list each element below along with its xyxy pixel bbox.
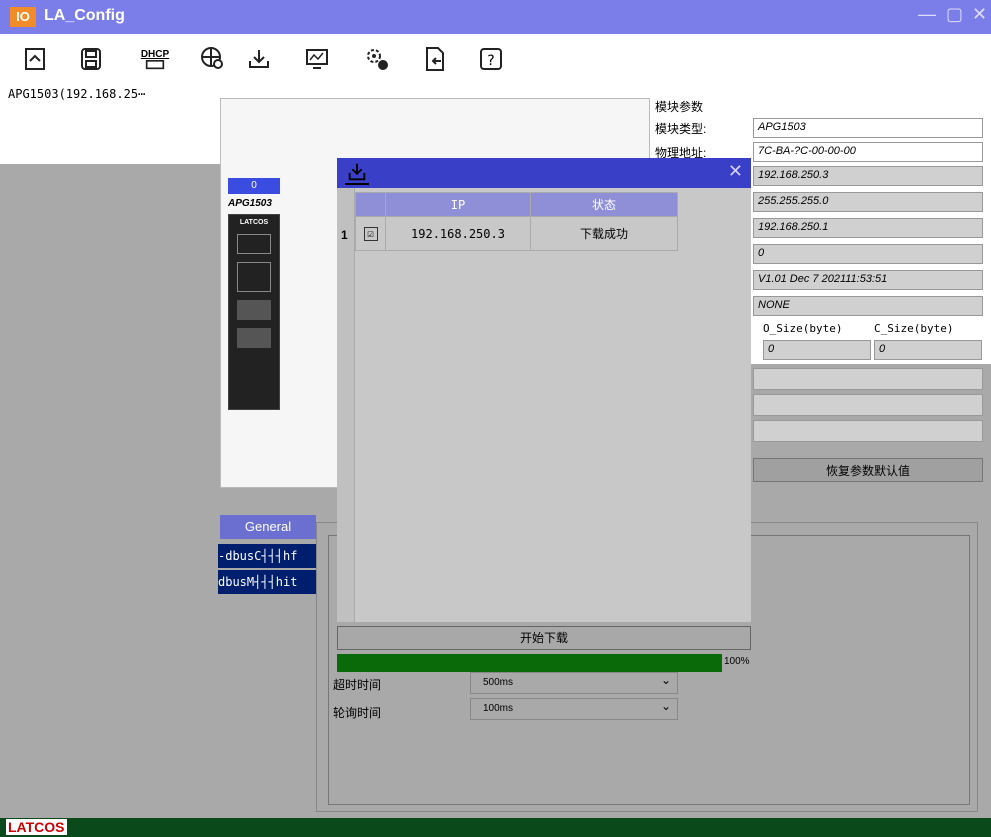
poll-select[interactable]: 100ms ⌄: [470, 698, 678, 720]
save-icon[interactable]: [76, 44, 106, 74]
settings-icon[interactable]: [362, 44, 392, 74]
empty-field-2[interactable]: [753, 394, 983, 416]
dhcp-icon[interactable]: DHCP: [140, 44, 170, 74]
poll-label: 轮询时间: [333, 706, 382, 720]
maximize-button[interactable]: ▢: [946, 4, 963, 25]
ip-field[interactable]: 192.168.250.3: [753, 166, 983, 186]
version-field: V1.01 Dec 7 202111:53:51: [753, 270, 983, 290]
status-bar: LATCOS: [0, 818, 991, 837]
export-icon[interactable]: [420, 44, 450, 74]
modbus-client-item[interactable]: -dbusC┤┤┤hf: [218, 544, 316, 568]
o-size-field[interactable]: 0: [763, 340, 871, 360]
start-download-button[interactable]: 开始下载: [337, 626, 751, 650]
mac-field[interactable]: 7C-BA-?C-00-00-00: [753, 142, 983, 162]
toolbar: DHCP ?: [0, 34, 991, 84]
modbus-master-item[interactable]: dbusM┤┤┤hit: [218, 570, 316, 594]
device-tree: APG1503(192.168.25⋯: [0, 84, 203, 164]
timeout-select[interactable]: 500ms ⌄: [470, 672, 678, 694]
tab-general[interactable]: General: [220, 515, 316, 539]
close-button[interactable]: ✕: [972, 4, 987, 25]
dialog-title-bar: ✕: [337, 158, 751, 188]
module-image: LATCOS: [228, 214, 280, 410]
module-number: 0: [228, 178, 280, 194]
none-field: NONE: [753, 296, 983, 316]
help-icon[interactable]: ?: [476, 44, 506, 74]
brand-logo: LATCOS: [6, 819, 67, 835]
empty-field-1[interactable]: [753, 368, 983, 390]
network-search-icon[interactable]: [198, 44, 228, 74]
row-number: 1: [341, 228, 348, 242]
params-group-title: 模块参数: [655, 100, 704, 114]
zero-field[interactable]: 0: [753, 244, 983, 264]
type-label: 模块类型:: [655, 122, 707, 136]
tree-item-device[interactable]: APG1503(192.168.25⋯: [8, 87, 145, 101]
open-icon[interactable]: [20, 44, 50, 74]
svg-text:?: ?: [487, 53, 494, 69]
minimize-button[interactable]: —: [918, 4, 936, 25]
empty-field-3[interactable]: [753, 420, 983, 442]
table-row: ☑ 192.168.250.3 下载成功: [355, 216, 678, 251]
row-status: 下载成功: [530, 216, 678, 251]
col-ip: IP: [385, 192, 531, 217]
download-icon[interactable]: [244, 44, 274, 74]
c-size-field[interactable]: 0: [874, 340, 982, 360]
download-icon: [345, 161, 369, 185]
monitor-icon[interactable]: [302, 44, 332, 74]
select-all-header[interactable]: [355, 192, 386, 217]
module-name: APG1503: [228, 198, 272, 209]
progress-text: 100%: [724, 656, 750, 667]
row-header: [337, 188, 355, 622]
type-field[interactable]: APG1503: [753, 118, 983, 138]
title-bar: IO LA_Config — ▢ ✕: [0, 0, 991, 34]
chevron-down-icon: ⌄: [660, 699, 671, 713]
app-logo: IO: [10, 7, 36, 27]
dialog-close-button[interactable]: ✕: [728, 161, 743, 182]
row-checkbox[interactable]: ☑: [355, 216, 386, 251]
mask-field[interactable]: 255.255.255.0: [753, 192, 983, 212]
col-status: 状态: [530, 192, 678, 217]
progress-fill: [337, 654, 722, 672]
restore-defaults-button[interactable]: 恢复参数默认值: [753, 458, 983, 482]
o-size-label: O_Size(byte): [763, 322, 843, 335]
gateway-field[interactable]: 192.168.250.1: [753, 218, 983, 238]
app-title: LA_Config: [44, 7, 125, 24]
chevron-down-icon: ⌄: [660, 673, 671, 687]
module-card[interactable]: 0 APG1503 LATCOS: [228, 178, 280, 410]
timeout-label: 超时时间: [333, 678, 382, 692]
c-size-label: C_Size(byte): [874, 322, 954, 335]
download-table: IP 状态 ☑ 192.168.250.3 下载成功: [355, 192, 678, 251]
row-ip: 192.168.250.3: [385, 216, 531, 251]
download-progress-bar: [337, 654, 722, 672]
download-grid: 1 IP 状态 ☑ 192.168.250.3 下载成功: [337, 188, 751, 622]
download-dialog: ✕ 1 IP 状态 ☑ 192.168.250.3 下载成功: [337, 158, 751, 622]
